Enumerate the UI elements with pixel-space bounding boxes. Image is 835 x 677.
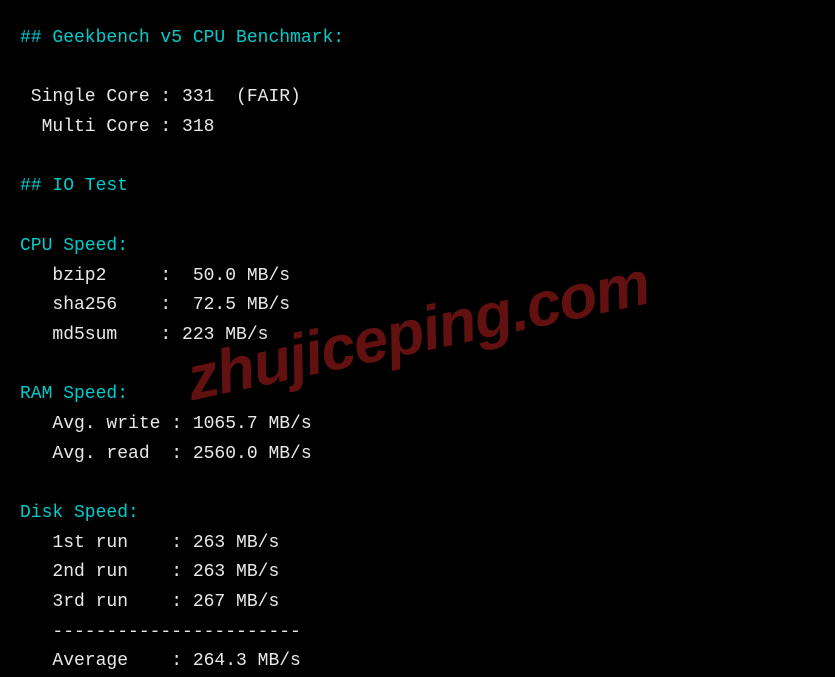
ram-speed-header: RAM Speed:: [20, 384, 128, 404]
ram-write-label: Avg. write :: [20, 414, 193, 434]
disk-run2-value: 263 MB/s: [193, 562, 279, 582]
ram-read-value: 2560.0 MB/s: [193, 444, 312, 464]
ram-read-label: Avg. read :: [20, 444, 193, 464]
disk-run3-value: 267 MB/s: [193, 592, 279, 612]
md5sum-label: md5sum :: [20, 325, 182, 345]
geekbench-header: ## Geekbench v5 CPU Benchmark:: [20, 28, 344, 48]
disk-run3-label: 3rd run :: [20, 592, 193, 612]
disk-avg-value: 264.3 MB/s: [193, 651, 301, 671]
sha256-value: 72.5 MB/s: [193, 295, 290, 315]
disk-avg-label: Average :: [20, 651, 193, 671]
sha256-label: sha256 :: [20, 295, 193, 315]
disk-divider: -----------------------: [20, 622, 301, 642]
disk-run2-label: 2nd run :: [20, 562, 193, 582]
iotest-header: ## IO Test: [20, 176, 128, 196]
multi-core-label: Multi Core :: [20, 117, 182, 137]
bzip2-label: bzip2 :: [20, 266, 193, 286]
md5sum-value: 223 MB/s: [182, 325, 268, 345]
disk-run1-value: 263 MB/s: [193, 533, 279, 553]
multi-core-value: 318: [182, 117, 214, 137]
bzip2-value: 50.0 MB/s: [193, 266, 290, 286]
disk-run1-label: 1st run :: [20, 533, 193, 553]
disk-speed-header: Disk Speed:: [20, 503, 139, 523]
ram-write-value: 1065.7 MB/s: [193, 414, 312, 434]
single-core-label: Single Core :: [20, 87, 182, 107]
single-core-value: 331 (FAIR): [182, 87, 301, 107]
terminal-output: ## Geekbench v5 CPU Benchmark: Single Co…: [20, 24, 815, 677]
cpu-speed-header: CPU Speed:: [20, 236, 128, 256]
